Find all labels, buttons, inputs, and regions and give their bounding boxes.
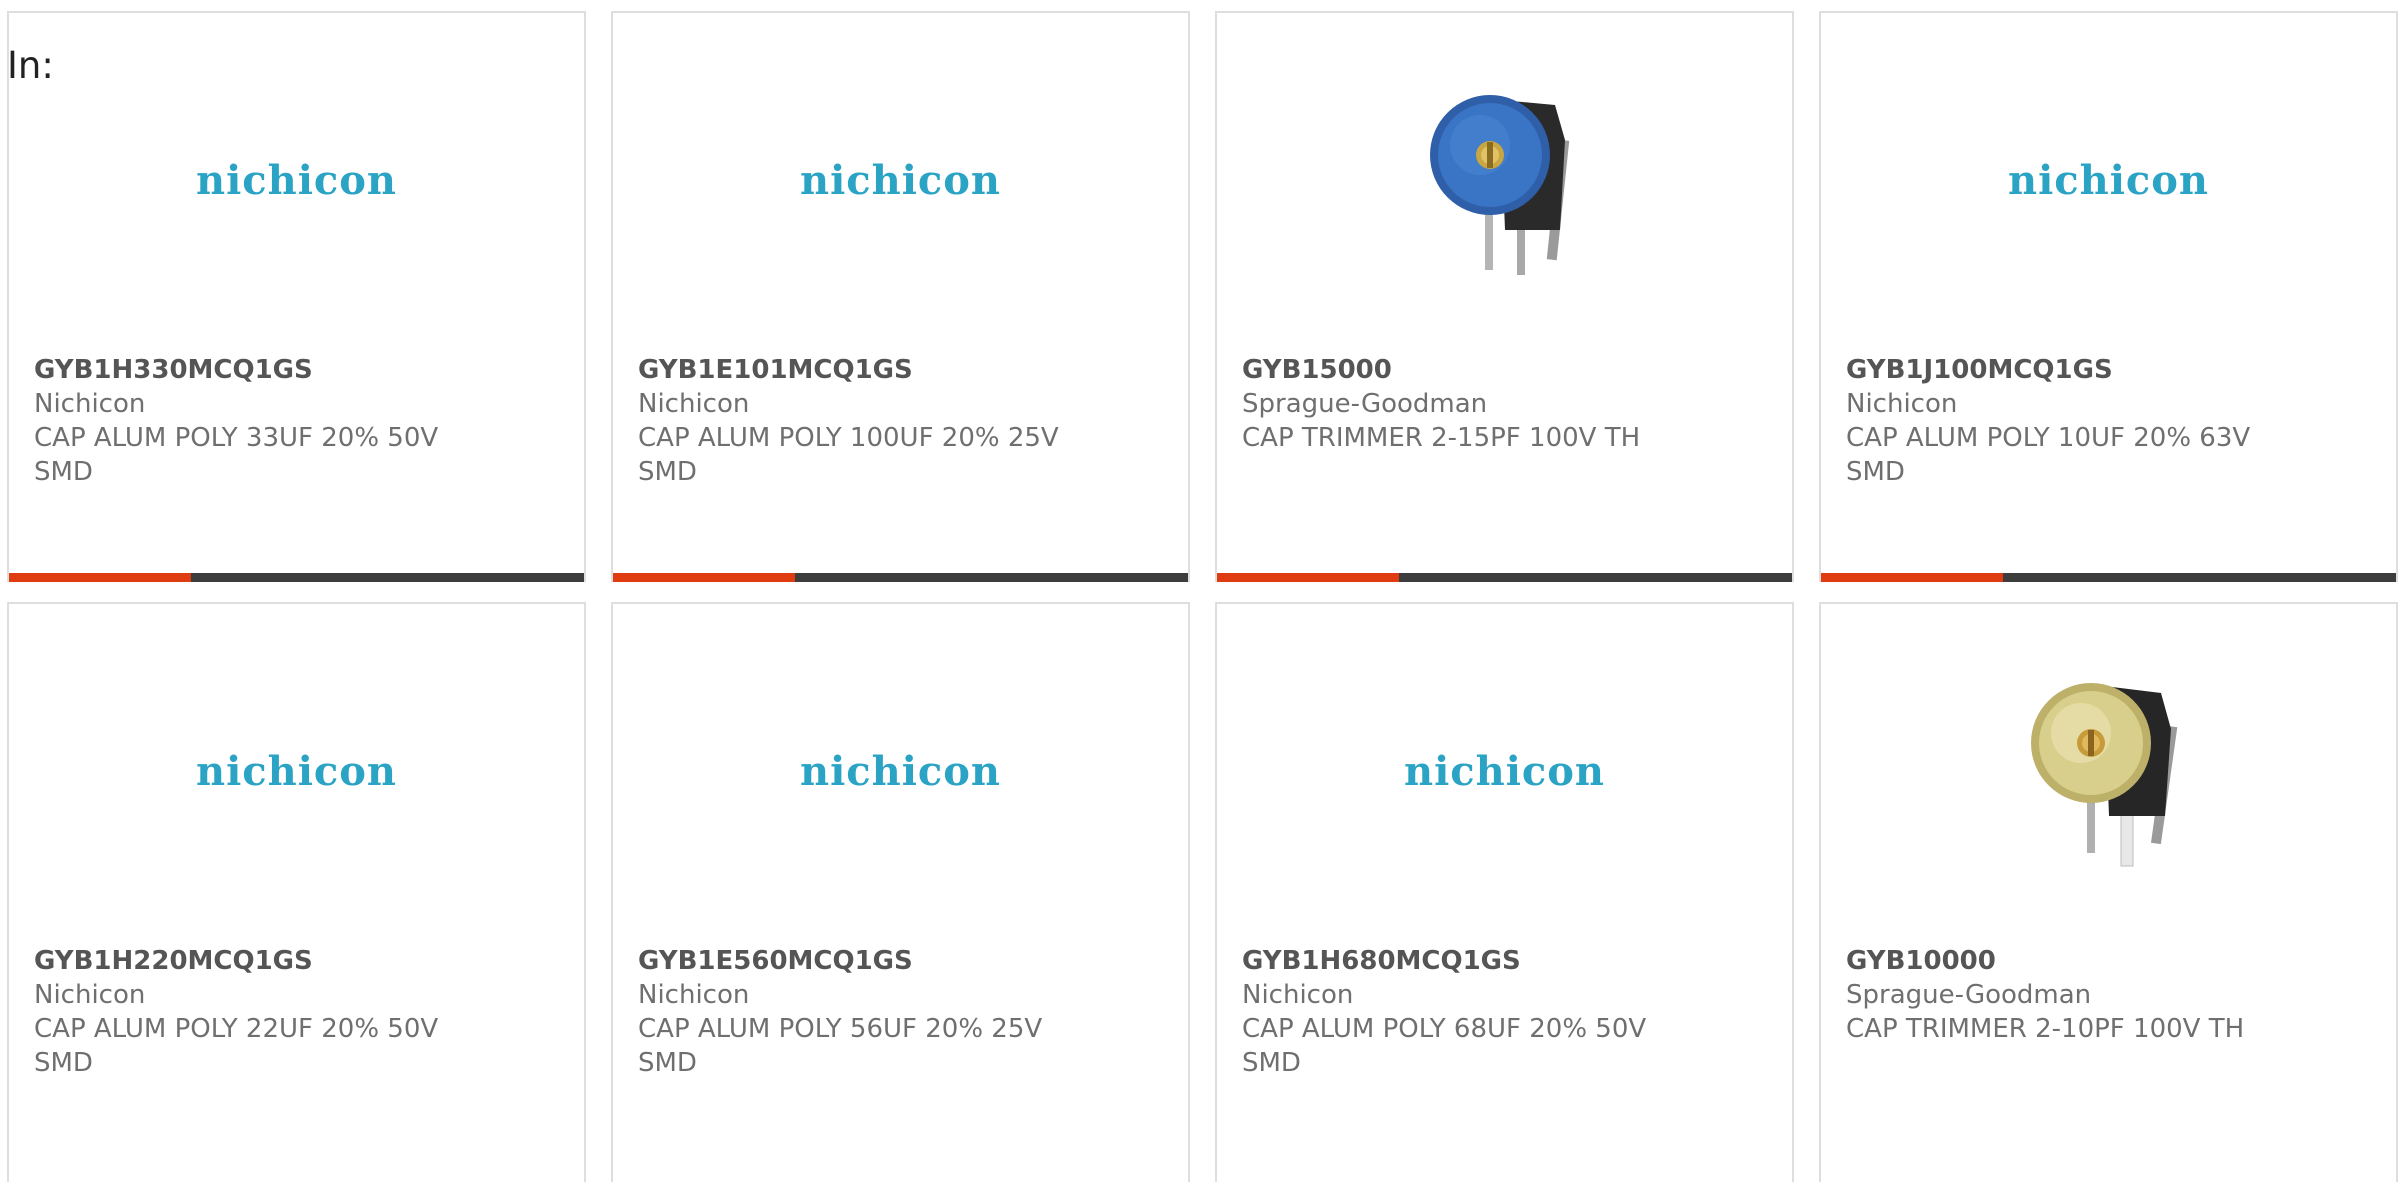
nichicon-logo: nichicon bbox=[799, 747, 1002, 795]
product-card[interactable]: nichicon GYB1H220MCQ1GS Nichicon CAP ALU… bbox=[7, 602, 586, 1182]
part-number-link[interactable]: GYB1J100MCQ1GS bbox=[1846, 353, 2371, 387]
product-info: GYB10000 Sprague-Goodman CAP TRIMMER 2-1… bbox=[1846, 944, 2371, 1046]
product-description: CAP ALUM POLY 68UF 20% 50V SMD bbox=[1242, 1014, 1647, 1078]
product-info: GYB1H220MCQ1GS Nichicon CAP ALUM POLY 22… bbox=[34, 944, 559, 1080]
product-card[interactable]: nichicon GYB1E560MCQ1GS Nichicon CAP ALU… bbox=[611, 602, 1190, 1182]
manufacturer-name: Nichicon bbox=[1846, 389, 1958, 419]
product-description: CAP ALUM POLY 33UF 20% 50V SMD bbox=[34, 423, 439, 487]
manufacturer-name: Sprague-Goodman bbox=[1242, 389, 1488, 419]
product-image[interactable]: nichicon bbox=[1217, 656, 1792, 886]
product-description: CAP ALUM POLY 100UF 20% 25V SMD bbox=[638, 423, 1059, 487]
part-number-link[interactable]: GYB10000 bbox=[1846, 944, 2371, 978]
part-number-link[interactable]: GYB1E101MCQ1GS bbox=[638, 353, 1163, 387]
filter-label: In: bbox=[7, 44, 54, 87]
card-accent-fill bbox=[1217, 573, 1399, 582]
manufacturer-name: Sprague-Goodman bbox=[1846, 980, 2092, 1010]
nichicon-logo: nichicon bbox=[195, 156, 398, 204]
product-info: GYB1J100MCQ1GS Nichicon CAP ALUM POLY 10… bbox=[1846, 353, 2371, 489]
product-card[interactable]: nichicon GYB1H680MCQ1GS Nichicon CAP ALU… bbox=[1215, 602, 1794, 1182]
card-accent-fill bbox=[1821, 573, 2003, 582]
product-grid: nichicon GYB1H330MCQ1GS Nichicon CAP ALU… bbox=[7, 11, 2400, 1182]
product-card[interactable]: nichicon GYB1E101MCQ1GS Nichicon CAP ALU… bbox=[611, 11, 1190, 582]
card-accent-fill bbox=[9, 573, 191, 582]
product-image[interactable]: nichicon bbox=[9, 65, 584, 295]
product-card[interactable]: GYB15000 Sprague-Goodman CAP TRIMMER 2-1… bbox=[1215, 11, 1794, 582]
product-description: CAP ALUM POLY 22UF 20% 50V SMD bbox=[34, 1014, 439, 1078]
product-image[interactable]: nichicon bbox=[613, 656, 1188, 886]
product-image[interactable]: nichicon bbox=[9, 656, 584, 886]
blue-trimmer-capacitor-photo bbox=[1429, 95, 1569, 275]
yellow-trimmer-capacitor-photo bbox=[2030, 683, 2177, 867]
nichicon-logo: nichicon bbox=[799, 156, 1002, 204]
product-image[interactable] bbox=[1217, 65, 1792, 295]
product-description: CAP TRIMMER 2-15PF 100V TH bbox=[1242, 423, 1641, 453]
manufacturer-name: Nichicon bbox=[1242, 980, 1354, 1010]
product-info: GYB1H330MCQ1GS Nichicon CAP ALUM POLY 33… bbox=[34, 353, 559, 489]
manufacturer-name: Nichicon bbox=[34, 980, 146, 1010]
card-accent-bar bbox=[9, 573, 584, 582]
manufacturer-name: Nichicon bbox=[34, 389, 146, 419]
product-description: CAP ALUM POLY 10UF 20% 63V SMD bbox=[1846, 423, 2251, 487]
product-image[interactable] bbox=[1821, 656, 2396, 886]
product-description: CAP ALUM POLY 56UF 20% 25V SMD bbox=[638, 1014, 1043, 1078]
nichicon-logo: nichicon bbox=[195, 747, 398, 795]
product-description: CAP TRIMMER 2-10PF 100V TH bbox=[1846, 1014, 2245, 1044]
product-info: GYB15000 Sprague-Goodman CAP TRIMMER 2-1… bbox=[1242, 353, 1767, 455]
product-card[interactable]: nichicon GYB1H330MCQ1GS Nichicon CAP ALU… bbox=[7, 11, 586, 582]
part-number-link[interactable]: GYB1H220MCQ1GS bbox=[34, 944, 559, 978]
product-image[interactable]: nichicon bbox=[613, 65, 1188, 295]
nichicon-logo: nichicon bbox=[2007, 156, 2210, 204]
nichicon-logo: nichicon bbox=[1403, 747, 1606, 795]
part-number-link[interactable]: GYB1H330MCQ1GS bbox=[34, 353, 559, 387]
manufacturer-name: Nichicon bbox=[638, 389, 750, 419]
product-info: GYB1E560MCQ1GS Nichicon CAP ALUM POLY 56… bbox=[638, 944, 1163, 1080]
part-number-link[interactable]: GYB1E560MCQ1GS bbox=[638, 944, 1163, 978]
card-accent-bar bbox=[1217, 573, 1792, 582]
product-card[interactable]: GYB10000 Sprague-Goodman CAP TRIMMER 2-1… bbox=[1819, 602, 2398, 1182]
part-number-link[interactable]: GYB15000 bbox=[1242, 353, 1767, 387]
card-accent-bar bbox=[613, 573, 1188, 582]
part-number-link[interactable]: GYB1H680MCQ1GS bbox=[1242, 944, 1767, 978]
card-accent-fill bbox=[613, 573, 795, 582]
product-info: GYB1E101MCQ1GS Nichicon CAP ALUM POLY 10… bbox=[638, 353, 1163, 489]
product-info: GYB1H680MCQ1GS Nichicon CAP ALUM POLY 68… bbox=[1242, 944, 1767, 1080]
card-accent-bar bbox=[1821, 573, 2396, 582]
manufacturer-name: Nichicon bbox=[638, 980, 750, 1010]
product-image[interactable]: nichicon bbox=[1821, 65, 2396, 295]
product-card[interactable]: nichicon GYB1J100MCQ1GS Nichicon CAP ALU… bbox=[1819, 11, 2398, 582]
